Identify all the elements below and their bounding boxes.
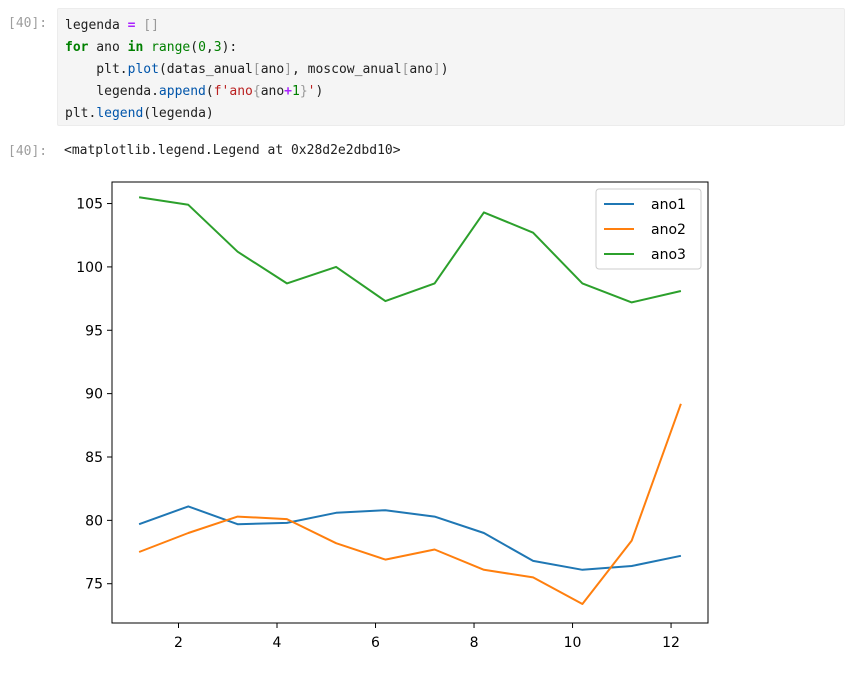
y-tick-label: 85 [85,450,103,466]
y-tick-label: 80 [85,513,103,529]
y-tick-label: 105 [76,197,103,213]
series-line-ano1 [138,505,682,571]
x-tick-label: 4 [273,635,282,651]
y-tick-label: 100 [76,260,103,276]
legend-label-ano2: ano2 [651,222,686,238]
x-tick-label: 12 [662,635,680,651]
series-line-ano2 [138,403,682,605]
line-chart: 2 4 6 8 10 12 75 80 85 90 95 100 105 ano1 ano2 ano3 [76,181,709,651]
x-tick-label: 6 [371,635,380,651]
y-tick-label: 90 [85,387,103,403]
x-tick-label: 2 [174,635,183,651]
x-tick-label: 10 [564,635,582,651]
legend-label-ano1: ano1 [651,197,686,213]
y-tick-label: 75 [85,577,103,593]
legend-label-ano3: ano3 [651,247,686,263]
y-tick-label: 95 [85,323,103,339]
x-tick-label: 8 [470,635,479,651]
